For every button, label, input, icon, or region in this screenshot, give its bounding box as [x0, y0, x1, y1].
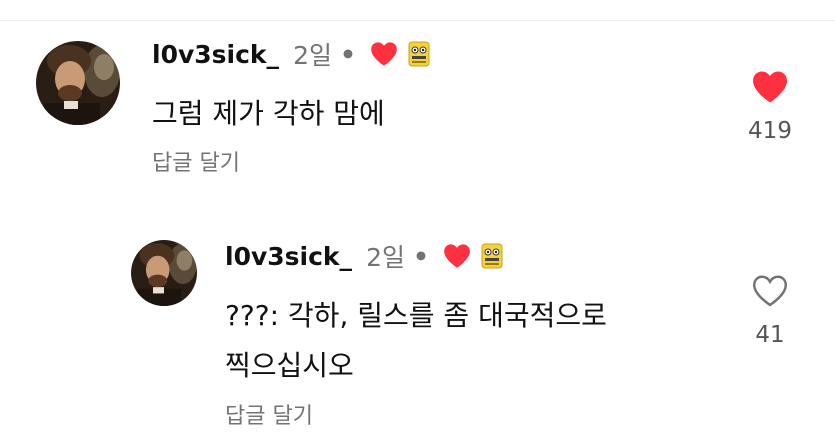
like-count: 419: [748, 118, 792, 144]
like-heart-outline-icon[interactable]: [751, 274, 789, 312]
timestamp: 2일: [366, 243, 405, 272]
comment-text-line: 찍으십시오: [225, 349, 354, 382]
comment-text-line: ???: 각하, 릴스를 좀 대국적으로: [225, 299, 607, 332]
like-count: 41: [755, 322, 785, 348]
like-column: 41: [735, 274, 805, 348]
reply-button[interactable]: 답글 달기: [225, 398, 313, 430]
comment-header: l0v3sick_ 2일 •: [152, 36, 430, 72]
author-liked-heart-icon: [443, 243, 471, 269]
separator-dot: •: [339, 39, 356, 69]
top-divider: [0, 0, 835, 21]
username[interactable]: l0v3sick_: [225, 242, 352, 271]
like-heart-filled-icon[interactable]: [751, 70, 789, 108]
timestamp: 2일: [293, 41, 332, 70]
comment-text: 그럼 제가 각하 맘에: [152, 97, 385, 130]
comment-header: l0v3sick_ 2일 •: [225, 238, 503, 274]
avatar[interactable]: [131, 240, 197, 306]
reply-button[interactable]: 답글 달기: [152, 145, 240, 177]
like-column: 419: [735, 70, 805, 144]
sticker-badge-icon: [408, 41, 430, 67]
username[interactable]: l0v3sick_: [152, 40, 279, 69]
avatar[interactable]: [36, 41, 120, 125]
separator-dot: •: [412, 241, 429, 271]
sticker-badge-icon: [481, 243, 503, 269]
author-liked-heart-icon: [370, 41, 398, 67]
